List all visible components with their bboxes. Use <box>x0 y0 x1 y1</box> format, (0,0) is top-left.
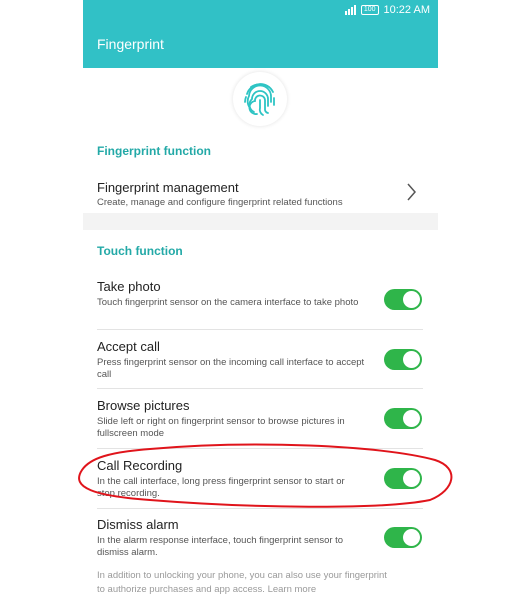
accept-call-toggle[interactable] <box>384 349 422 370</box>
dismiss-alarm-desc: In the alarm response interface, touch f… <box>97 535 344 558</box>
status-time: 10:22 AM <box>383 4 430 16</box>
fingerprint-management-title: Fingerprint management <box>97 180 239 195</box>
call-recording-title: Call Recording <box>97 458 183 473</box>
touch-function-heading: Touch function <box>97 244 183 258</box>
browse-pictures-desc: Slide left or right on fingerprint senso… <box>97 416 345 439</box>
call-recording-desc: In the call interface, long press finger… <box>97 476 345 499</box>
chevron-right-icon <box>407 183 416 201</box>
take-photo-title: Take photo <box>97 279 161 294</box>
fingerprint-card: Fingerprint function Fingerprint managem… <box>83 68 438 213</box>
battery-icon: 100 <box>360 5 379 15</box>
divider <box>97 508 423 509</box>
status-bar: 100 10:22 AM <box>344 3 430 17</box>
take-photo-desc: Touch fingerprint sensor on the camera i… <box>97 297 359 308</box>
dismiss-alarm-toggle[interactable] <box>384 527 422 548</box>
browse-pictures-title: Browse pictures <box>97 398 190 413</box>
fingerprint-function-heading: Fingerprint function <box>97 144 211 158</box>
fingerprint-management-desc: Create, manage and configure fingerprint… <box>97 197 343 208</box>
accept-call-desc: Press fingerprint sensor on the incoming… <box>97 357 365 380</box>
signal-icon <box>344 5 356 15</box>
divider <box>97 388 423 389</box>
call-recording-toggle[interactable] <box>384 468 422 489</box>
app-bar: 100 10:22 AM Fingerprint <box>83 0 438 68</box>
take-photo-toggle[interactable] <box>384 289 422 310</box>
browse-pictures-toggle[interactable] <box>384 408 422 429</box>
divider <box>97 448 423 449</box>
dismiss-alarm-title: Dismiss alarm <box>97 517 179 532</box>
touch-function-card: Touch function Take photo Touch fingerpr… <box>83 230 438 598</box>
settings-screen: 100 10:22 AM Fingerprint Fingerprint fun… <box>83 0 438 598</box>
fingerprint-icon <box>233 72 287 126</box>
page-title: Fingerprint <box>97 36 164 52</box>
divider <box>97 329 423 330</box>
footer-note: In addition to unlocking your phone, you… <box>97 570 387 595</box>
accept-call-title: Accept call <box>97 339 160 354</box>
